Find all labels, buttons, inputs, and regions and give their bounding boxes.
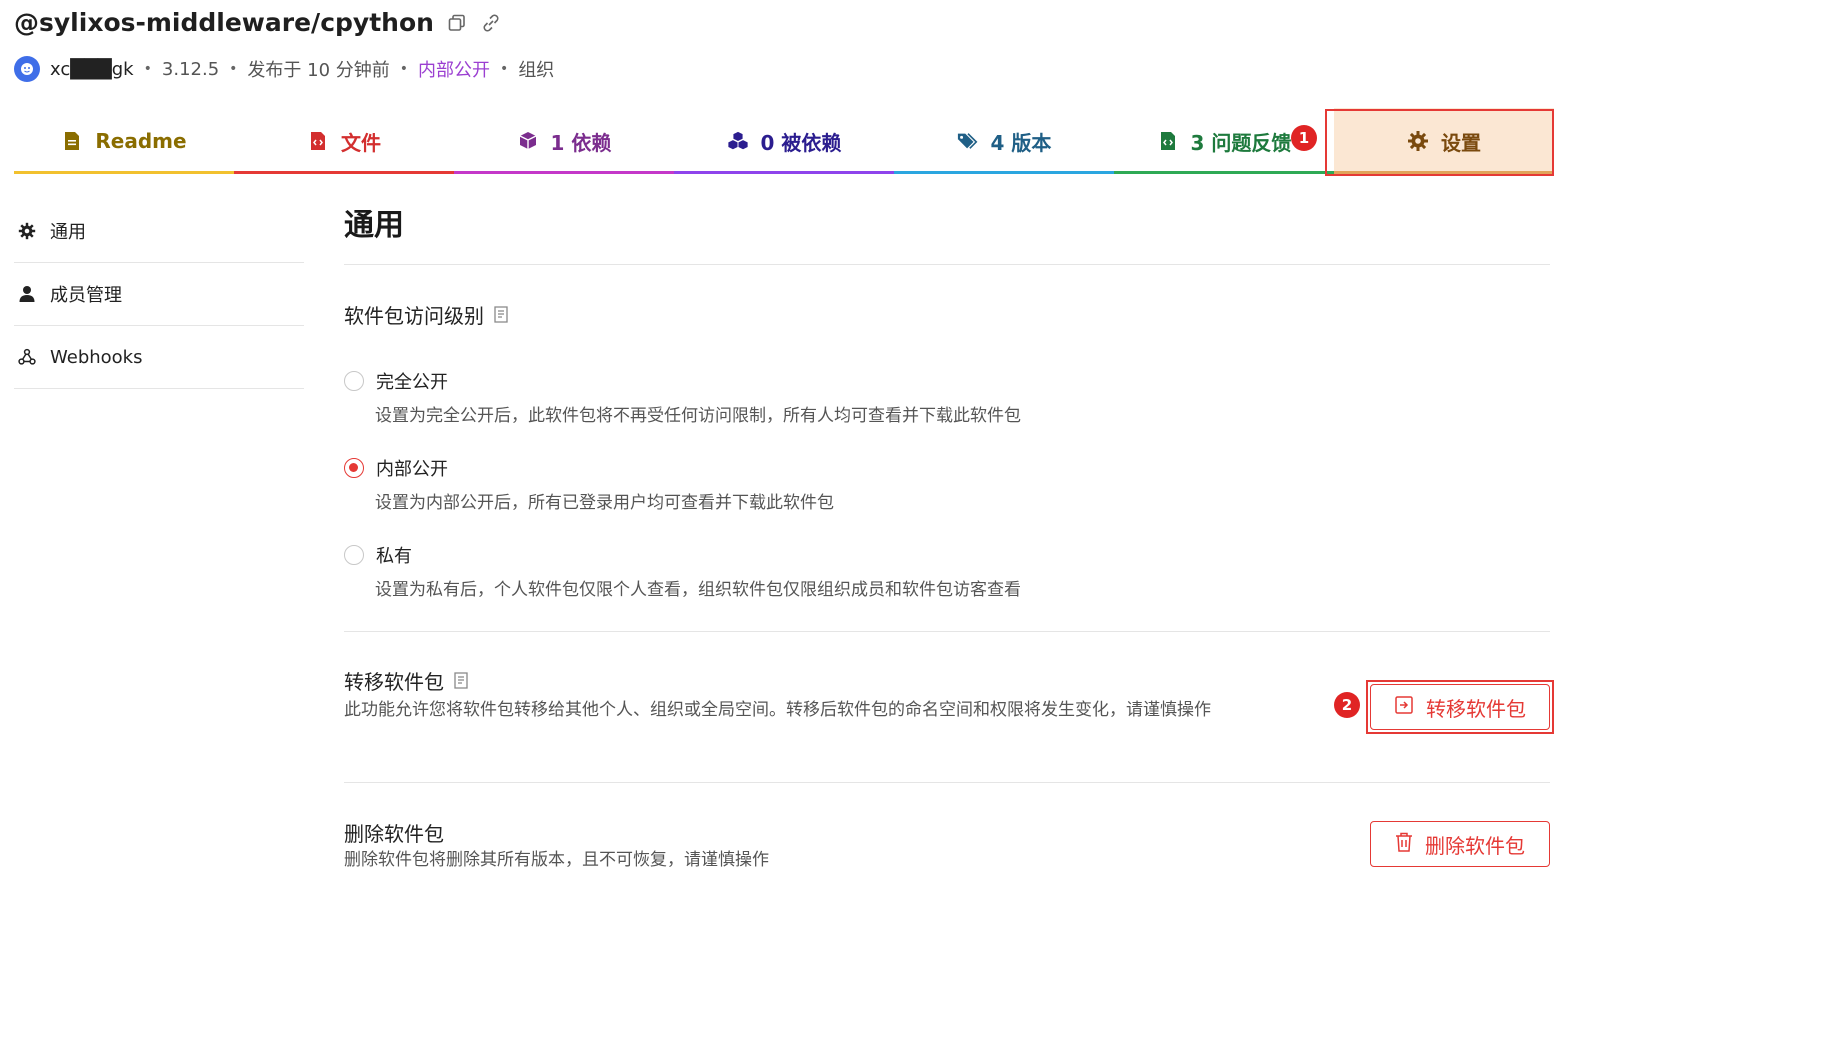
package-title: @sylixos-middleware/cpython <box>14 8 434 37</box>
owner-type: 组织 <box>518 60 555 81</box>
doc-icon[interactable] <box>454 671 470 690</box>
trash-icon <box>1395 832 1413 857</box>
avatar[interactable] <box>14 56 40 82</box>
button-label: 删除软件包 <box>1425 833 1525 858</box>
sidebar-item-webhooks[interactable]: Webhooks <box>14 326 304 389</box>
tab-underline <box>454 171 674 174</box>
cube-icon <box>517 130 539 152</box>
sidebar-item-general[interactable]: 通用 <box>14 200 304 263</box>
tab-underline <box>234 171 454 174</box>
separator-dot: • <box>399 61 409 77</box>
sidebar-item-members[interactable]: 成员管理 <box>14 263 304 326</box>
package-tabs: Readme 文件 1 依赖 0 被依赖 4 版本 3 问题反馈 设置 <box>14 108 1554 174</box>
file-code-icon <box>307 130 329 152</box>
link-icon[interactable] <box>480 12 502 34</box>
radio-private[interactable]: 私有 <box>344 542 412 568</box>
publisher-name[interactable]: xc███gk <box>50 59 134 80</box>
tab-underline <box>1114 171 1334 174</box>
cubes-icon <box>727 130 749 152</box>
radio-button[interactable] <box>344 371 364 391</box>
radio-label: 完全公开 <box>376 372 448 393</box>
divider <box>344 782 1550 783</box>
radio-description: 设置为完全公开后，此软件包将不再受任何访问限制，所有人均可查看并下载此软件包 <box>375 406 1021 426</box>
radio-button[interactable] <box>344 458 364 478</box>
annotation-badge-1: 1 <box>1291 125 1317 151</box>
issue-file-icon <box>1157 130 1179 152</box>
user-icon <box>18 285 36 303</box>
package-title-row: @sylixos-middleware/cpython <box>14 8 502 37</box>
divider <box>344 631 1550 632</box>
tab-label: 3 问题反馈 <box>1190 130 1292 155</box>
tab-files[interactable]: 文件 <box>234 108 454 174</box>
webhook-icon <box>18 348 36 366</box>
radio-description: 设置为私有后，个人软件包仅限个人查看，组织软件包仅限组织成员和软件包访客查看 <box>375 580 1021 600</box>
tab-dependents[interactable]: 0 被依赖 <box>674 108 894 174</box>
radio-description: 设置为内部公开后，所有已登录用户均可查看并下载此软件包 <box>375 493 834 513</box>
visibility-badge: 内部公开 <box>418 60 491 81</box>
radio-internal[interactable]: 内部公开 <box>344 455 448 481</box>
separator-dot: • <box>229 61 238 77</box>
settings-main: 通用 <box>344 200 1550 265</box>
copy-icon[interactable] <box>446 12 468 34</box>
readme-icon <box>61 130 83 152</box>
package-meta: xc███gk • 3.12.5 • 发布于 10 分钟前 • 内部公开 • 组… <box>14 56 554 82</box>
sidebar-item-label: 成员管理 <box>50 285 122 306</box>
tab-versions[interactable]: 4 版本 <box>894 108 1114 174</box>
tab-label: 文件 <box>341 130 381 155</box>
radio-button[interactable] <box>344 545 364 565</box>
doc-icon[interactable] <box>494 305 510 324</box>
tab-dependencies[interactable]: 1 依赖 <box>454 108 674 174</box>
tab-readme[interactable]: Readme <box>14 108 234 174</box>
radio-label: 私有 <box>376 546 412 567</box>
version-text: 3.12.5 <box>161 58 220 80</box>
delete-title: 删除软件包 <box>344 818 444 847</box>
transfer-description: 此功能允许您将软件包转移给其他个人、组织或全局空间。转移后软件包的命名空间和权限… <box>344 700 1211 720</box>
tab-underline <box>674 171 894 174</box>
tab-label: 0 被依赖 <box>760 130 842 155</box>
transfer-title: 转移软件包 <box>344 666 470 695</box>
access-level-title: 软件包访问级别 <box>344 300 510 329</box>
radio-label: 内部公开 <box>376 459 448 480</box>
tab-label: Readme <box>95 129 187 153</box>
delete-description: 删除软件包将删除其所有版本，且不可恢复，请谨慎操作 <box>344 850 769 870</box>
annotation-badge-2: 2 <box>1334 692 1360 718</box>
delete-package-button[interactable]: 删除软件包 <box>1370 821 1550 867</box>
sidebar-item-label: Webhooks <box>50 346 143 368</box>
section-title: 软件包访问级别 <box>344 304 484 328</box>
published-time: 发布于 10 分钟前 <box>247 60 390 81</box>
highlight-settings-tab <box>1325 109 1554 176</box>
tab-label: 4 版本 <box>990 130 1052 155</box>
tags-icon <box>957 130 979 152</box>
radio-public[interactable]: 完全公开 <box>344 368 448 394</box>
gear-icon <box>18 222 36 240</box>
separator-dot: • <box>500 61 509 77</box>
sidebar-item-label: 通用 <box>50 222 86 243</box>
section-title: 删除软件包 <box>344 822 444 846</box>
tab-underline <box>894 171 1114 174</box>
separator-dot: • <box>143 61 152 77</box>
section-title: 转移软件包 <box>344 670 444 694</box>
tab-label: 1 依赖 <box>550 130 612 155</box>
tab-underline <box>14 171 234 174</box>
page-title: 通用 <box>344 200 1550 265</box>
settings-sidebar: 通用 成员管理 Webhooks <box>14 200 304 389</box>
highlight-transfer-button <box>1366 680 1554 734</box>
